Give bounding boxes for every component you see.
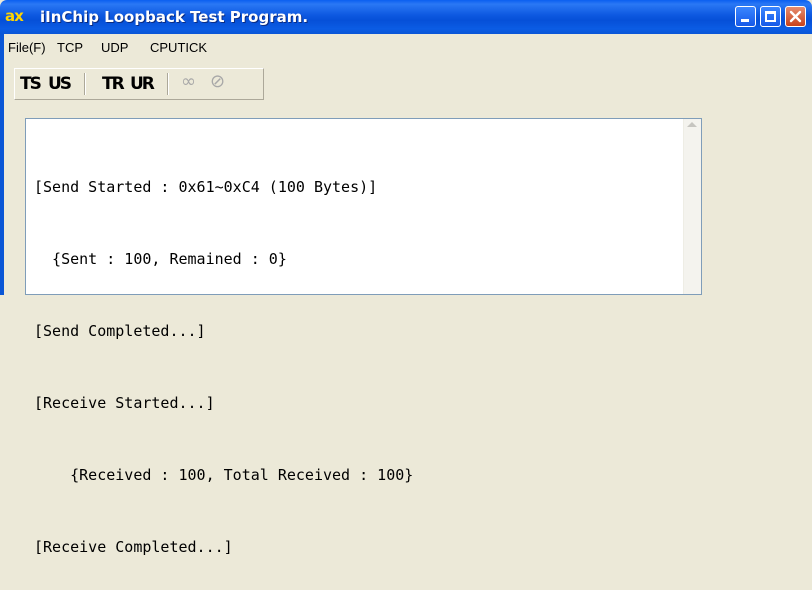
- close-button[interactable]: [785, 6, 806, 27]
- close-icon: [789, 10, 802, 23]
- title-bar[interactable]: ax iInChip Loopback Test Program.: [0, 0, 812, 34]
- app-window: ax iInChip Loopback Test Program. File(F…: [0, 0, 812, 556]
- loop-icon: ∞: [181, 71, 196, 92]
- vertical-scrollbar[interactable]: [683, 119, 701, 294]
- minimize-icon: [741, 19, 749, 22]
- log-line: [Send Started : 0x61~0xC4 (100 Bytes)]: [34, 178, 378, 196]
- app-icon: ax: [5, 7, 24, 25]
- log-line: {Received : 100, Total Received : 100}: [34, 466, 414, 484]
- client-area: [Send Started : 0x61~0xC4 (100 Bytes)] {…: [4, 102, 812, 556]
- tcp-receive-icon[interactable]: TR: [102, 74, 125, 94]
- toolbar-frame: TS US TR UR ∞ ⊘: [14, 68, 264, 100]
- menu-tcp[interactable]: TCP: [57, 40, 83, 55]
- maximize-button[interactable]: [760, 6, 781, 27]
- log-lines: [Send Started : 0x61~0xC4 (100 Bytes)] {…: [34, 127, 413, 590]
- log-textbox[interactable]: [Send Started : 0x61~0xC4 (100 Bytes)] {…: [25, 118, 702, 556]
- menu-file[interactable]: File(F): [8, 40, 46, 55]
- log-line: [Receive Started...]: [34, 394, 215, 412]
- log-line: {Sent : 100, Remained : 0}: [34, 250, 287, 268]
- udp-receive-icon[interactable]: UR: [130, 74, 155, 94]
- toolbar-separator: [84, 73, 86, 95]
- maximize-icon: [765, 11, 776, 22]
- stop-icon: ⊘: [210, 71, 226, 92]
- log-line: [Send Completed...]: [34, 322, 206, 340]
- log-line: [Receive Completed...]: [34, 538, 233, 556]
- toolbar: TS US TR UR ∞ ⊘: [0, 62, 812, 102]
- menu-cputick[interactable]: CPUTICK: [150, 40, 207, 55]
- menu-udp[interactable]: UDP: [101, 40, 128, 55]
- udp-send-icon[interactable]: US: [48, 74, 72, 94]
- toolbar-separator: [167, 73, 169, 95]
- minimize-button[interactable]: [735, 6, 756, 27]
- tcp-send-icon[interactable]: TS: [20, 74, 42, 94]
- menu-bar: File(F) TCP UDP CPUTICK: [0, 34, 812, 62]
- scroll-up-icon[interactable]: [687, 122, 697, 127]
- window-title: iInChip Loopback Test Program.: [40, 8, 309, 26]
